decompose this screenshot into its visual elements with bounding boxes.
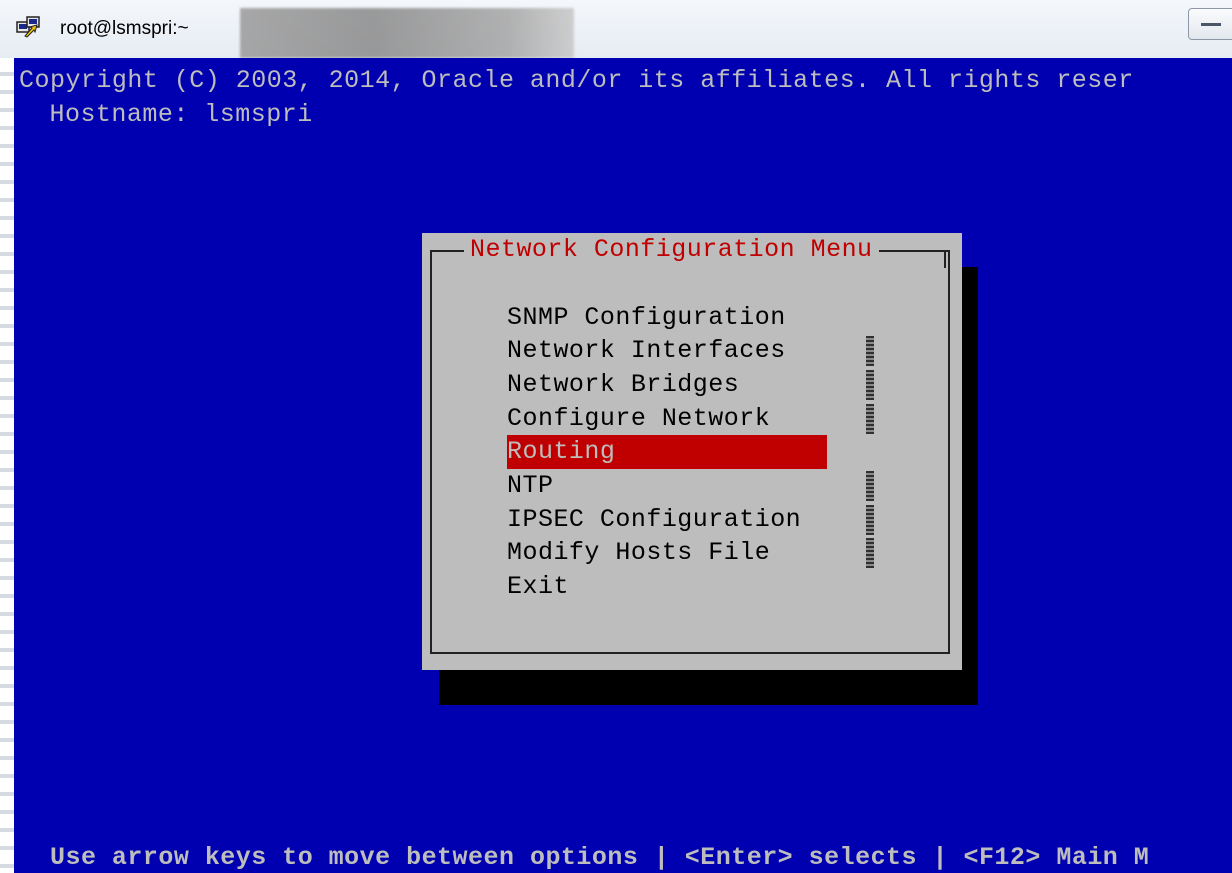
menu-item-configure-network[interactable]: Configure Network [507,402,827,436]
minimize-icon [1201,23,1221,26]
menu-item-network-bridges[interactable]: Network Bridges [507,368,827,402]
menu-item-modify-hosts-file[interactable]: Modify Hosts File [507,536,827,570]
dialog-title: Network Configuration Menu [464,233,879,267]
window-title: root@lsmspri:~ [60,18,189,39]
title-bar[interactable]: root@lsmspri:~ [0,0,1232,58]
scrollbar-mark [864,402,876,436]
putty-window: root@lsmspri:~ Copyright (C) 2003, 2014,… [0,0,1232,873]
scrollbar-mark [864,334,876,368]
status-help-line: Use arrow keys to move between options |… [50,843,1150,872]
scrollbar-mark [864,368,876,402]
network-config-dialog: Network Configuration Menu SNMP Configur… [422,233,962,670]
minimize-button[interactable] [1188,8,1232,40]
menu-item-ipsec-configuration[interactable]: IPSEC Configuration [507,503,827,537]
window-frame-left [0,58,14,873]
title-bracket-left [430,250,432,268]
menu-item-exit[interactable]: Exit [507,570,827,604]
copyright-line: Copyright (C) 2003, 2014, Oracle and/or … [19,66,1134,95]
putty-icon [16,16,40,38]
menu-item-routing[interactable]: Routing [507,435,827,469]
menu-item-network-interfaces[interactable]: Network Interfaces [507,334,827,368]
menu-item-snmp-configuration[interactable]: SNMP Configuration [507,301,827,335]
title-bracket-right [944,250,946,268]
hostname-line: Hostname: lsmspri [34,100,313,129]
scrollbar-mark [864,536,876,570]
scrollbar-mark [864,469,876,503]
terminal-screen[interactable]: Copyright (C) 2003, 2014, Oracle and/or … [14,58,1232,873]
scrollbar-mark [864,503,876,537]
menu-item-ntp[interactable]: NTP [507,469,827,503]
redacted-title-region [240,8,574,58]
